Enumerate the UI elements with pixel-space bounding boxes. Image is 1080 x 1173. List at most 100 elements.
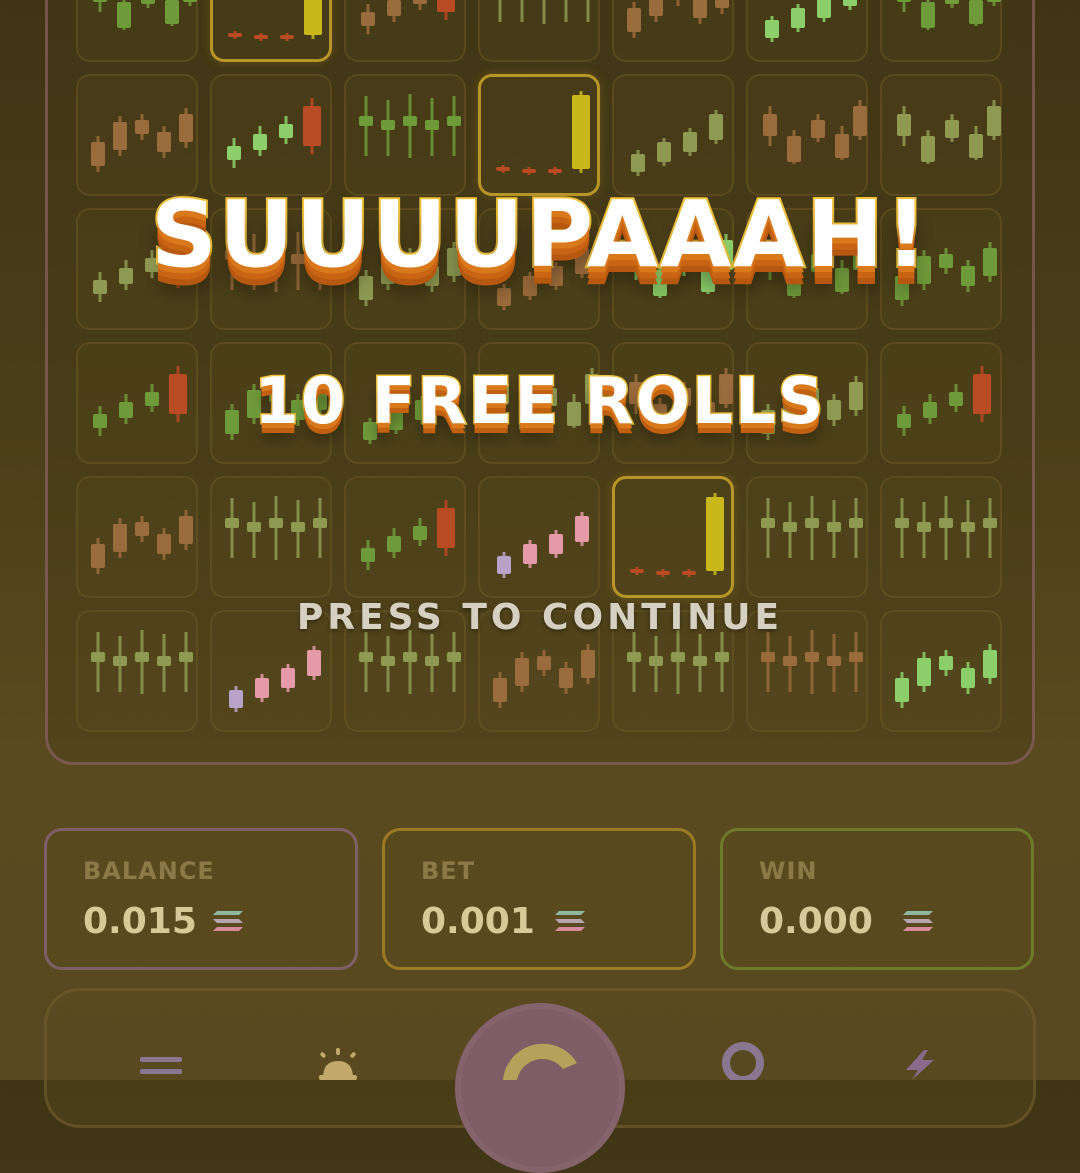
reel-cell bbox=[746, 0, 868, 62]
candle-body bbox=[897, 0, 911, 2]
reel-cell bbox=[612, 74, 734, 196]
candle-body bbox=[413, 526, 427, 540]
candle-wick bbox=[520, 0, 524, 22]
candle-body bbox=[921, 2, 935, 28]
candle-body bbox=[280, 35, 294, 39]
candle-body bbox=[548, 169, 562, 173]
candle-body bbox=[921, 136, 935, 162]
candle-body bbox=[307, 650, 321, 676]
candle-wick bbox=[564, 0, 568, 22]
candle-body bbox=[254, 35, 268, 39]
candle-body bbox=[522, 169, 536, 173]
candle-body bbox=[91, 652, 105, 662]
candlestick-icon bbox=[630, 493, 724, 577]
solana-icon bbox=[555, 911, 585, 931]
candle-body bbox=[843, 0, 857, 6]
candle-body bbox=[649, 0, 663, 16]
candlestick-icon bbox=[765, 0, 857, 42]
candle-body bbox=[693, 0, 707, 18]
candle-body bbox=[835, 134, 849, 158]
candle-body bbox=[983, 518, 997, 528]
reel-cell bbox=[880, 74, 1002, 196]
candle-body bbox=[93, 0, 107, 2]
candlestick-icon bbox=[225, 496, 327, 560]
candle-wick bbox=[586, 0, 590, 22]
candle-body bbox=[765, 20, 779, 38]
candle-wick bbox=[498, 0, 502, 22]
candle-body bbox=[359, 116, 373, 126]
bell-icon[interactable] bbox=[315, 1048, 361, 1080]
candle-body bbox=[269, 518, 283, 528]
candle-body bbox=[255, 678, 269, 698]
candle-body bbox=[939, 656, 953, 670]
candle-body bbox=[359, 652, 373, 662]
candle-body bbox=[523, 544, 537, 564]
candle-body bbox=[381, 120, 395, 130]
spin-button[interactable] bbox=[455, 1003, 625, 1173]
reel-cell bbox=[880, 0, 1002, 62]
candle-body bbox=[179, 516, 193, 544]
candle-body bbox=[549, 534, 563, 554]
free-rolls-subtitle: 10 FREE ROLLS bbox=[253, 364, 826, 441]
lightning-icon[interactable] bbox=[900, 1050, 940, 1080]
candle-wick bbox=[676, 0, 680, 6]
reel-cell bbox=[210, 476, 332, 598]
candle-body bbox=[987, 0, 1001, 2]
candle-body bbox=[791, 8, 805, 28]
candle-body bbox=[827, 656, 841, 666]
candle-body bbox=[135, 522, 149, 536]
candle-body bbox=[895, 518, 909, 528]
spin-icon bbox=[503, 1043, 577, 1080]
candle-body bbox=[303, 106, 321, 146]
candle-body bbox=[413, 0, 427, 4]
reel-cell bbox=[746, 476, 868, 598]
candle-body bbox=[849, 652, 863, 662]
win-headline: SUUUUPAAAH! bbox=[149, 179, 930, 290]
candle-body bbox=[437, 0, 455, 12]
reel-cell bbox=[210, 0, 332, 62]
bet-card[interactable]: BET 0.001 bbox=[382, 828, 696, 970]
candlestick-icon bbox=[93, 0, 197, 30]
reel-cell bbox=[746, 74, 868, 196]
reel-cell bbox=[76, 0, 198, 62]
candle-body bbox=[179, 114, 193, 142]
press-to-continue-prompt[interactable]: PRESS TO CONTINUE bbox=[0, 596, 1080, 640]
candle-body bbox=[581, 650, 595, 678]
candle-body bbox=[917, 522, 931, 532]
candlestick-icon bbox=[91, 510, 193, 574]
balance-label: BALANCE bbox=[83, 857, 215, 885]
candlestick-icon bbox=[627, 0, 729, 38]
candle-body bbox=[761, 652, 775, 662]
candle-body bbox=[657, 142, 671, 162]
balance-value: 0.015 bbox=[83, 901, 197, 942]
candle-wick bbox=[542, 0, 546, 24]
candlestick-icon bbox=[497, 512, 589, 578]
candle-body bbox=[291, 522, 305, 532]
reel-cell bbox=[478, 476, 600, 598]
candle-body bbox=[631, 154, 645, 172]
candle-body bbox=[447, 652, 461, 662]
reel-cell bbox=[344, 74, 466, 196]
candle-body bbox=[227, 146, 241, 160]
candle-body bbox=[706, 497, 724, 571]
candle-body bbox=[783, 656, 797, 666]
candle-body bbox=[917, 658, 931, 686]
candle-body bbox=[281, 668, 295, 688]
candle-body bbox=[715, 652, 729, 662]
candle-body bbox=[575, 516, 589, 542]
candle-body bbox=[939, 518, 953, 528]
reel-cell bbox=[478, 0, 600, 62]
solana-icon bbox=[903, 911, 933, 931]
candle-body bbox=[361, 548, 375, 562]
candle-body bbox=[437, 508, 455, 548]
candle-body bbox=[183, 0, 197, 2]
candle-body bbox=[496, 167, 510, 171]
stop-icon[interactable] bbox=[720, 1042, 766, 1080]
solana-icon bbox=[213, 911, 243, 931]
candlestick-icon bbox=[228, 0, 322, 41]
candle-body bbox=[135, 652, 149, 662]
candle-body bbox=[630, 569, 644, 573]
candle-body bbox=[228, 33, 242, 37]
candle-body bbox=[811, 120, 825, 138]
menu-icon[interactable] bbox=[140, 1055, 184, 1080]
